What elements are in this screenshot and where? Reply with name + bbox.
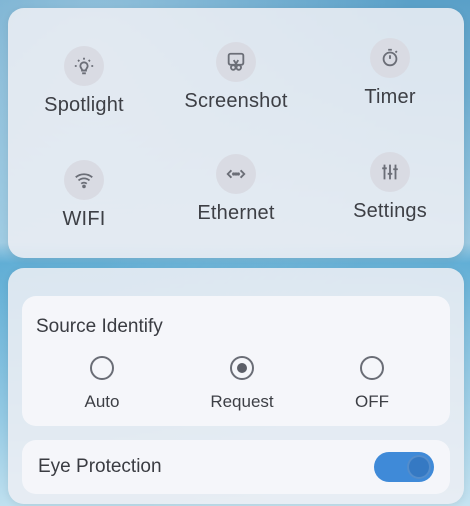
scissors-icon	[216, 42, 256, 82]
radio-request-label: Request	[210, 392, 274, 411]
sliders-icon	[370, 152, 410, 192]
wifi-tile[interactable]: WIFI	[14, 160, 154, 231]
timer-icon	[370, 38, 410, 78]
ethernet-tile[interactable]: Ethernet	[166, 154, 306, 225]
quick-settings-panel: Spotlight Screenshot Timer WIFI Ethernet…	[8, 8, 464, 258]
screenshot-label: Screenshot	[184, 90, 288, 112]
source-identify-title: Source Identify	[36, 316, 163, 337]
radio-auto-label: Auto	[84, 392, 120, 411]
radio-option-request[interactable]: Request	[182, 356, 302, 412]
timer-label: Timer	[364, 86, 416, 108]
radio-off[interactable]	[360, 356, 384, 380]
bulb-icon	[64, 46, 104, 86]
settings-label: Settings	[353, 200, 427, 222]
radio-auto[interactable]	[90, 356, 114, 380]
spotlight-label: Spotlight	[44, 94, 124, 116]
settings-tile[interactable]: Settings	[320, 152, 460, 223]
spotlight-tile[interactable]: Spotlight	[14, 46, 154, 117]
radio-option-off[interactable]: OFF	[312, 356, 432, 412]
eye-protection-label: Eye Protection	[38, 456, 162, 477]
display-options-panel: Source Identify Auto Request OFF Eye Pro…	[8, 268, 464, 504]
wifi-icon	[64, 160, 104, 200]
wifi-label: WIFI	[62, 208, 106, 230]
eye-protection-toggle[interactable]	[374, 452, 434, 482]
radio-request[interactable]	[230, 356, 254, 380]
source-identify-card: Source Identify Auto Request OFF	[22, 296, 450, 426]
radio-option-auto[interactable]: Auto	[42, 356, 162, 412]
radio-off-label: OFF	[355, 392, 389, 411]
ethernet-label: Ethernet	[197, 202, 275, 224]
toggle-knob	[407, 455, 431, 479]
screenshot-tile[interactable]: Screenshot	[166, 42, 306, 113]
ethernet-icon	[216, 154, 256, 194]
timer-tile[interactable]: Timer	[320, 38, 460, 109]
quick-tiles-grid: Spotlight Screenshot Timer WIFI Ethernet…	[8, 8, 464, 258]
eye-protection-card: Eye Protection	[22, 440, 450, 494]
